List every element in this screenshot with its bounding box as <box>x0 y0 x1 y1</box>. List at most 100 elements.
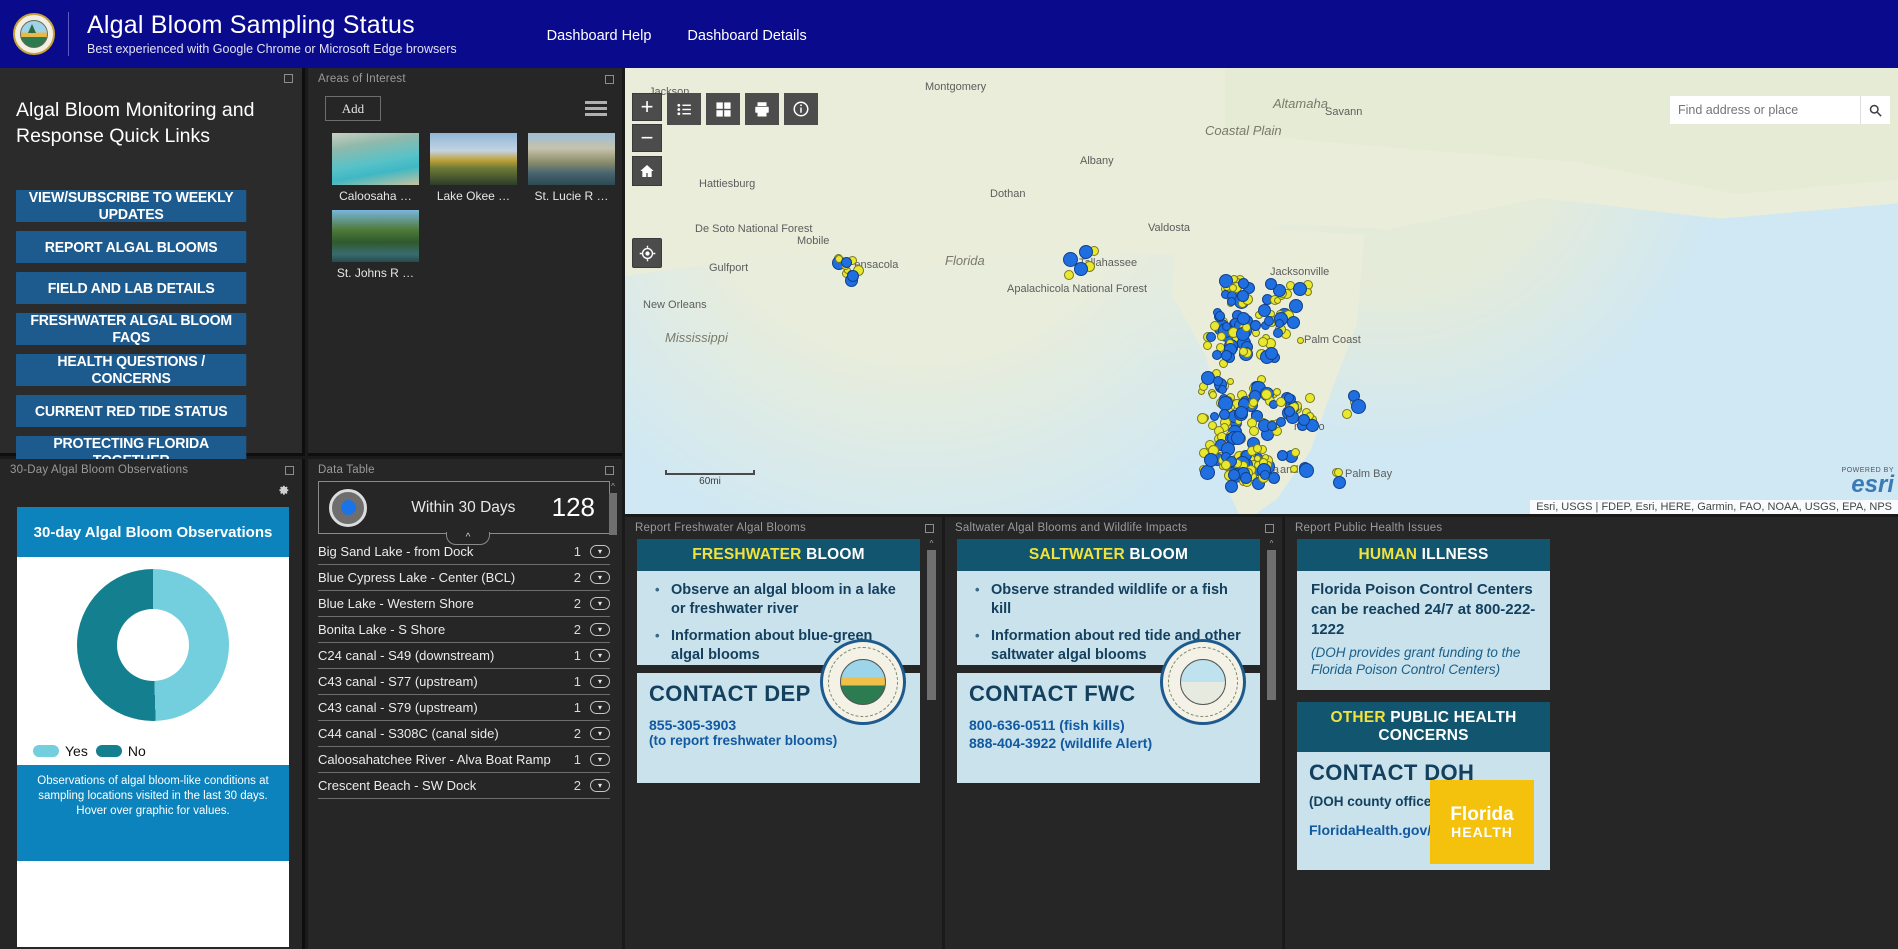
data-table-expand-icon[interactable] <box>605 466 614 475</box>
chevron-down-icon[interactable]: ▾ <box>590 571 610 584</box>
search-icon[interactable] <box>1860 96 1890 124</box>
legend-list-icon[interactable] <box>667 93 701 125</box>
map-point-bloom[interactable] <box>1219 408 1231 420</box>
table-row[interactable]: Caloosahatchee River - Alva Boat Ramp 1 … <box>318 747 610 773</box>
map-point-no-bloom[interactable] <box>1248 398 1258 408</box>
freshwater-scrollbar[interactable]: ^ <box>927 539 936 943</box>
map-point-bloom[interactable] <box>1220 349 1232 361</box>
map-point-no-bloom[interactable] <box>1290 447 1300 457</box>
chevron-down-icon[interactable]: ▾ <box>590 649 610 662</box>
map-point-bloom[interactable] <box>1239 472 1252 485</box>
search-input[interactable] <box>1670 96 1860 124</box>
quicklinks-expand-icon[interactable] <box>284 74 293 83</box>
print-icon[interactable] <box>745 93 779 125</box>
map-point-bloom[interactable] <box>1298 462 1314 478</box>
scroll-up-icon[interactable]: ^ <box>1267 539 1276 549</box>
observations-expand-icon[interactable] <box>285 466 294 475</box>
area-card-st-johns-river[interactable]: St. Johns R … <box>332 210 419 280</box>
map-search-box[interactable] <box>1670 96 1890 124</box>
ql-button-field-lab[interactable]: FIELD AND LAB DETAILS <box>16 272 247 304</box>
nav-dashboard-help[interactable]: Dashboard Help <box>547 28 652 44</box>
area-card-lake-okeechobee[interactable]: Lake Okee … <box>430 133 517 203</box>
table-row[interactable]: C43 canal - S77 (upstream) 1 ▾ <box>318 669 610 695</box>
table-row[interactable]: Bonita Lake - S Shore 2 ▾ <box>318 617 610 643</box>
chevron-down-icon[interactable]: ▾ <box>590 675 610 688</box>
table-row[interactable]: Big Sand Lake - from Dock 1 ▾ <box>318 539 610 565</box>
scrollbar-thumb[interactable] <box>1267 550 1276 700</box>
ql-button-red-tide[interactable]: CURRENT RED TIDE STATUS <box>16 395 247 427</box>
scrollbar-thumb[interactable] <box>927 550 936 700</box>
ql-button-health-questions[interactable]: HEALTH QUESTIONS / CONCERNS <box>16 353 247 387</box>
map-point-bloom[interactable] <box>1199 465 1215 481</box>
chevron-down-icon[interactable]: ▾ <box>590 727 610 740</box>
minus-icon[interactable]: − <box>632 124 662 152</box>
hamburger-menu-icon[interactable] <box>585 101 607 119</box>
map-point-bloom[interactable] <box>1236 289 1249 302</box>
data-table-summary-row[interactable]: Within 30 Days 128 <box>318 481 610 534</box>
map-point-bloom[interactable] <box>1297 413 1310 426</box>
saltwater-expand-icon[interactable] <box>1265 524 1274 533</box>
freshwater-expand-icon[interactable] <box>925 524 934 533</box>
map-point-bloom[interactable] <box>1209 411 1219 421</box>
map-panel[interactable]: Jackson Montgomery Savann Albany Altamaha Coa… <box>625 68 1898 514</box>
map-point-no-bloom[interactable] <box>1253 443 1263 453</box>
chevron-down-icon[interactable]: ▾ <box>590 597 610 610</box>
chevron-down-icon[interactable]: ▾ <box>590 545 610 558</box>
table-row[interactable]: C43 canal - S79 (upstream) 1 ▾ <box>318 695 610 721</box>
area-card-st-lucie-river[interactable]: St. Lucie R … <box>528 133 615 203</box>
map-point-bloom[interactable] <box>846 269 859 282</box>
map-point-bloom[interactable] <box>1274 319 1284 328</box>
table-row[interactable]: C24 canal - S49 (downstream) 1 ▾ <box>318 643 610 669</box>
ql-button-faqs[interactable]: FRESHWATER ALGAL BLOOM FAQS <box>16 312 247 346</box>
map-point-no-bloom[interactable] <box>1239 346 1249 356</box>
add-area-button[interactable]: Add <box>325 96 381 121</box>
area-card-caloosahatchee[interactable]: Caloosaha … <box>332 133 419 203</box>
map-point-no-bloom[interactable] <box>1274 296 1282 304</box>
basemap-grid-icon[interactable] <box>706 93 740 125</box>
map-point-no-bloom[interactable] <box>1290 464 1299 473</box>
map-point-bloom[interactable] <box>1204 452 1219 467</box>
map-point-no-bloom[interactable] <box>1257 336 1268 347</box>
map-point-bloom[interactable] <box>1205 331 1216 342</box>
chevron-down-icon[interactable]: ▾ <box>590 753 610 766</box>
saltwater-phone-wildlife[interactable]: 888-404-3922 (wildlife Alert) <box>969 735 1248 751</box>
ql-button-report-blooms[interactable]: REPORT ALGAL BLOOMS <box>16 231 247 263</box>
donut-chart[interactable] <box>17 557 289 739</box>
scroll-up-icon[interactable]: ^ <box>609 481 617 492</box>
areas-expand-icon[interactable] <box>605 75 614 84</box>
map-point-no-bloom[interactable] <box>1226 377 1234 385</box>
table-row[interactable]: Blue Cypress Lake - Center (BCL) 2 ▾ <box>318 565 610 591</box>
plus-icon[interactable]: + <box>632 93 662 121</box>
map-point-no-bloom[interactable] <box>1063 270 1074 281</box>
observations-panel: 30-Day Algal Bloom Observations 30-day A… <box>0 459 305 949</box>
data-table-scrollbar[interactable]: ^ <box>609 481 617 941</box>
table-row[interactable]: Blue Lake - Western Shore 2 ▾ <box>318 591 610 617</box>
map-point-no-bloom[interactable] <box>1196 413 1208 425</box>
info-icon[interactable] <box>784 93 818 125</box>
map-point-bloom[interactable] <box>1272 327 1283 338</box>
nav-dashboard-details[interactable]: Dashboard Details <box>687 28 806 44</box>
scroll-up-icon[interactable]: ^ <box>927 539 936 549</box>
map-point-bloom[interactable] <box>1213 375 1224 386</box>
saltwater-panel-title: Saltwater Algal Blooms and Wildlife Impa… <box>955 522 1188 534</box>
locate-icon[interactable] <box>632 238 662 268</box>
map-point-no-bloom[interactable] <box>1202 341 1212 351</box>
scrollbar-thumb[interactable] <box>609 493 617 535</box>
ql-button-weekly-updates[interactable]: VIEW/SUBSCRIBE TO WEEKLY UPDATES <box>16 189 247 223</box>
map-point-bloom[interactable] <box>1224 479 1238 493</box>
map-point-bloom[interactable] <box>1073 262 1088 277</box>
map-point-no-bloom[interactable] <box>1296 336 1304 344</box>
map-point-bloom[interactable] <box>840 256 852 268</box>
table-row[interactable]: Crescent Beach - SW Dock 2 ▾ <box>318 773 610 799</box>
saltwater-scrollbar[interactable]: ^ <box>1267 539 1276 943</box>
map-point-no-bloom[interactable] <box>1304 392 1315 403</box>
home-icon[interactable] <box>632 156 662 186</box>
table-row[interactable]: C44 canal - S308C (canal side) 2 ▾ <box>318 721 610 747</box>
chevron-down-icon[interactable]: ▾ <box>590 623 610 636</box>
chevron-down-icon[interactable]: ▾ <box>590 701 610 714</box>
map-point-bloom[interactable] <box>1214 310 1225 321</box>
map-point-bloom[interactable] <box>1249 319 1261 331</box>
gear-icon[interactable] <box>277 483 290 496</box>
map-point-bloom[interactable] <box>1226 297 1236 307</box>
chevron-down-icon[interactable]: ▾ <box>590 779 610 792</box>
